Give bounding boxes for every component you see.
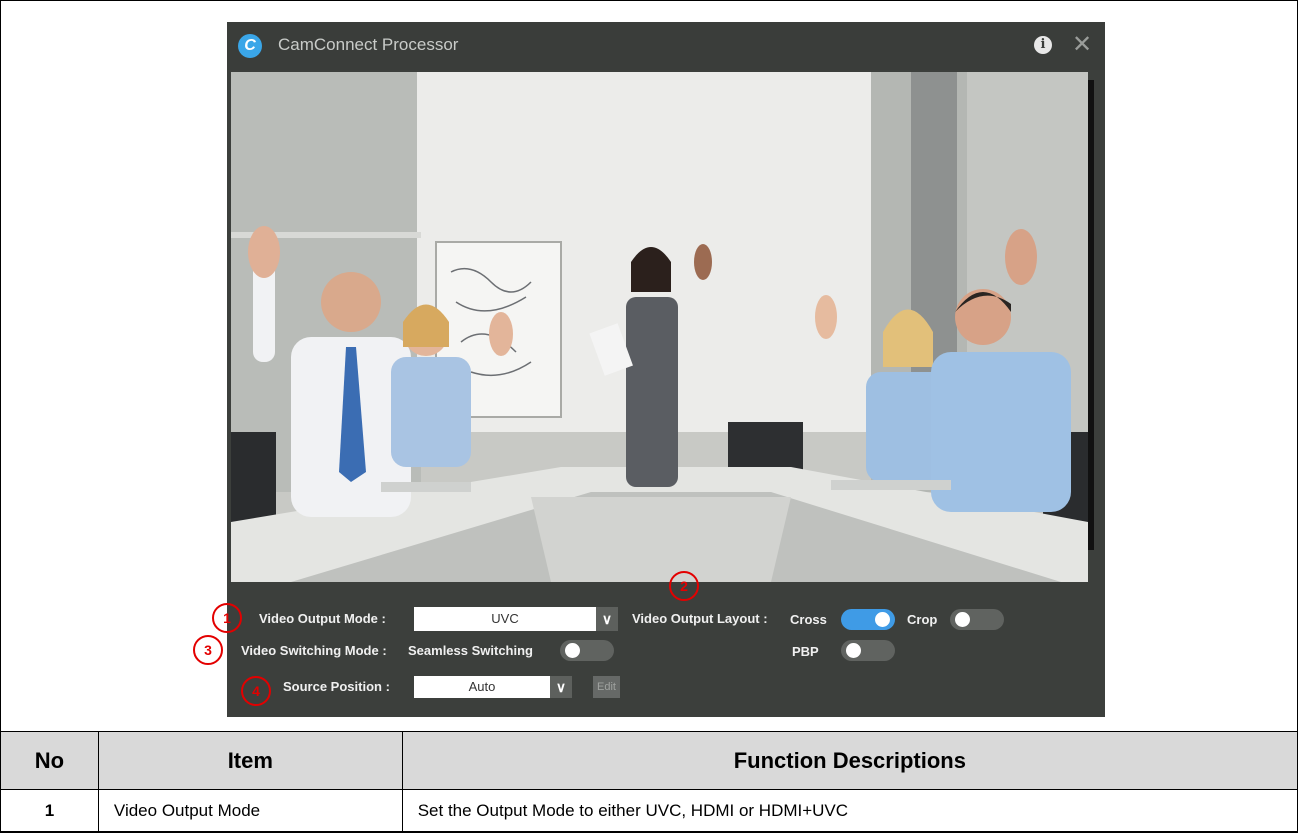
header-function-descriptions: Function Descriptions — [401, 731, 1298, 790]
callout-1: 1 — [212, 603, 242, 633]
table-row: 1 Video Output Mode Set the Output Mode … — [0, 789, 1298, 833]
app-window: C CamConnect Processor i ✕ Video Output … — [227, 22, 1105, 717]
close-icon[interactable]: ✕ — [1072, 31, 1092, 59]
chevron-down-icon[interactable]: ∨ — [550, 676, 572, 698]
app-logo-icon: C — [238, 34, 262, 58]
video-switching-mode-label: Video Switching Mode : — [241, 643, 387, 658]
function-table: No Item Function Descriptions 1 Video Ou… — [0, 731, 1298, 833]
crop-toggle[interactable] — [950, 609, 1004, 630]
video-preview — [231, 72, 1088, 582]
header-item: Item — [97, 731, 403, 790]
toggle-knob — [955, 612, 970, 627]
header-no: No — [0, 731, 99, 790]
cross-toggle[interactable] — [841, 609, 895, 630]
info-icon[interactable]: i — [1034, 36, 1052, 54]
pbp-toggle[interactable] — [841, 640, 895, 661]
toggle-knob — [875, 612, 890, 627]
seamless-switching-toggle[interactable] — [560, 640, 614, 661]
seamless-switching-label: Seamless Switching — [408, 643, 533, 658]
toggle-knob — [846, 643, 861, 658]
row-description: Set the Output Mode to either UVC, HDMI … — [401, 789, 1298, 833]
cross-label: Cross — [790, 612, 827, 627]
pbp-label: PBP — [792, 644, 819, 659]
title-bar: C CamConnect Processor i ✕ — [227, 22, 1105, 70]
row-no: 1 — [0, 789, 99, 833]
source-position-select[interactable]: Auto — [414, 676, 550, 698]
preview-edge — [1088, 80, 1094, 550]
callout-2: 2 — [669, 571, 699, 601]
video-output-layout-label: Video Output Layout : — [632, 611, 768, 626]
app-title: CamConnect Processor — [278, 35, 459, 54]
callout-3: 3 — [193, 635, 223, 665]
callout-4: 4 — [241, 676, 271, 706]
table-header-row: No Item Function Descriptions — [0, 731, 1298, 790]
toggle-knob — [565, 643, 580, 658]
video-output-mode-label: Video Output Mode : — [259, 611, 386, 626]
conference-room-image — [231, 72, 1088, 582]
edit-button[interactable]: Edit — [593, 676, 620, 698]
source-position-label: Source Position : — [283, 679, 390, 694]
video-output-mode-select[interactable]: UVC — [414, 607, 596, 631]
chevron-down-icon[interactable]: ∨ — [596, 607, 618, 631]
row-item: Video Output Mode — [97, 789, 403, 833]
crop-label: Crop — [907, 612, 938, 627]
